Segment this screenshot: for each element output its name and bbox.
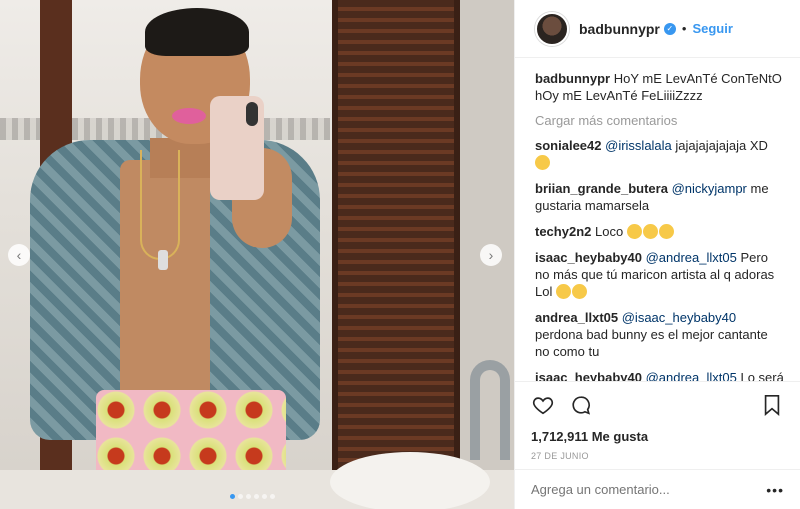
instagram-post: ‹ › badbunnypr ✓ • Seguir badbunnypr HoY… (0, 0, 800, 509)
comment-mention[interactable]: @irisslalala (605, 138, 672, 153)
comment-username[interactable]: sonialee42 (535, 138, 602, 153)
comments-list: badbunnypr HoY mE LevAnTé ConTeNtO hOy m… (515, 58, 800, 381)
carousel-dot[interactable] (238, 494, 243, 499)
post-header: badbunnypr ✓ • Seguir (515, 0, 800, 58)
comment-username[interactable]: isaac_heybaby40 (535, 370, 642, 381)
post-date: 27 DE JUNIO (531, 451, 589, 461)
carousel-dot[interactable] (262, 494, 267, 499)
comment-username[interactable]: techy2n2 (535, 224, 591, 239)
comment-username[interactable]: andrea_llxt05 (535, 310, 618, 325)
comment-mention[interactable]: @isaac_heybaby40 (622, 310, 736, 325)
follow-button[interactable]: Seguir (692, 21, 732, 36)
emoji-icon (626, 224, 642, 239)
emoji-icon (571, 284, 587, 299)
photo-shutter-door (332, 0, 460, 470)
comment-text: perdona bad bunny es el mejor cantante n… (535, 327, 768, 359)
carousel-dot[interactable] (254, 494, 259, 499)
comment-text: Loco (595, 224, 627, 239)
add-comment-bar: ••• (515, 469, 800, 509)
carousel-dot[interactable] (246, 494, 251, 499)
photo-sink (330, 452, 490, 509)
load-more-comments-button[interactable]: Cargar más comentarios (535, 113, 784, 128)
emoji-icon (535, 155, 550, 170)
emoji-icon (555, 284, 571, 299)
comment: isaac_heybaby40 @andrea_llxt05 Pero no m… (535, 249, 784, 300)
avatar[interactable] (535, 11, 569, 46)
likes-count[interactable]: 1,712,911 Me gusta (515, 427, 800, 447)
photo-gold-chain (140, 150, 180, 260)
comment-text: jajajajajajaja XD (671, 138, 768, 153)
comment: sonialee42 @irisslalala jajajajajajaja X… (535, 137, 784, 171)
comment-username[interactable]: isaac_heybaby40 (535, 250, 642, 265)
comment-username[interactable]: briian_grande_butera (535, 181, 668, 196)
photo-faucet (470, 360, 510, 460)
bookmark-icon[interactable] (760, 393, 784, 417)
more-options-button[interactable]: ••• (766, 482, 784, 498)
header-username[interactable]: badbunnypr (579, 21, 660, 37)
photo-hair (145, 8, 249, 56)
photo-pink-glasses (172, 108, 206, 124)
caption-username[interactable]: badbunnypr (535, 71, 610, 86)
chevron-left-icon: ‹ (16, 247, 22, 263)
photo-phone-camera (246, 102, 258, 126)
caption: badbunnypr HoY mE LevAnTé ConTeNtO hOy m… (535, 70, 784, 104)
action-bar (515, 381, 800, 427)
comment: techy2n2 Loco (535, 223, 784, 240)
carousel-next-button[interactable]: › (480, 244, 502, 266)
comment: briian_grande_butera @nickyjampr me gust… (535, 180, 784, 214)
comment-icon[interactable] (569, 393, 593, 417)
add-comment-input[interactable] (531, 482, 767, 497)
post-photo[interactable]: ‹ › (0, 0, 514, 509)
post-sidebar: badbunnypr ✓ • Seguir badbunnypr HoY mE … (514, 0, 800, 509)
carousel-dot[interactable] (230, 494, 235, 499)
photo-avocado-shorts (96, 390, 286, 480)
emoji-icon (642, 224, 658, 239)
emoji-icon (658, 224, 674, 239)
carousel-prev-button[interactable]: ‹ (8, 244, 30, 266)
verified-badge-icon: ✓ (663, 22, 676, 35)
comment-mention[interactable]: @nickyjampr (672, 181, 747, 196)
header-separator: • (681, 21, 687, 36)
heart-icon[interactable] (531, 393, 555, 417)
carousel-dot[interactable] (270, 494, 275, 499)
photo-dog-tag (158, 250, 168, 270)
comment-mention[interactable]: @andrea_llxt05 (646, 250, 737, 265)
chevron-right-icon: › (488, 247, 494, 263)
comment: andrea_llxt05 @isaac_heybaby40 perdona b… (535, 309, 784, 360)
carousel-dots (230, 494, 275, 499)
comment: isaac_heybaby40 @andrea_llxt05 Lo será p… (535, 369, 784, 381)
comment-mention[interactable]: @andrea_llxt05 (646, 370, 737, 381)
